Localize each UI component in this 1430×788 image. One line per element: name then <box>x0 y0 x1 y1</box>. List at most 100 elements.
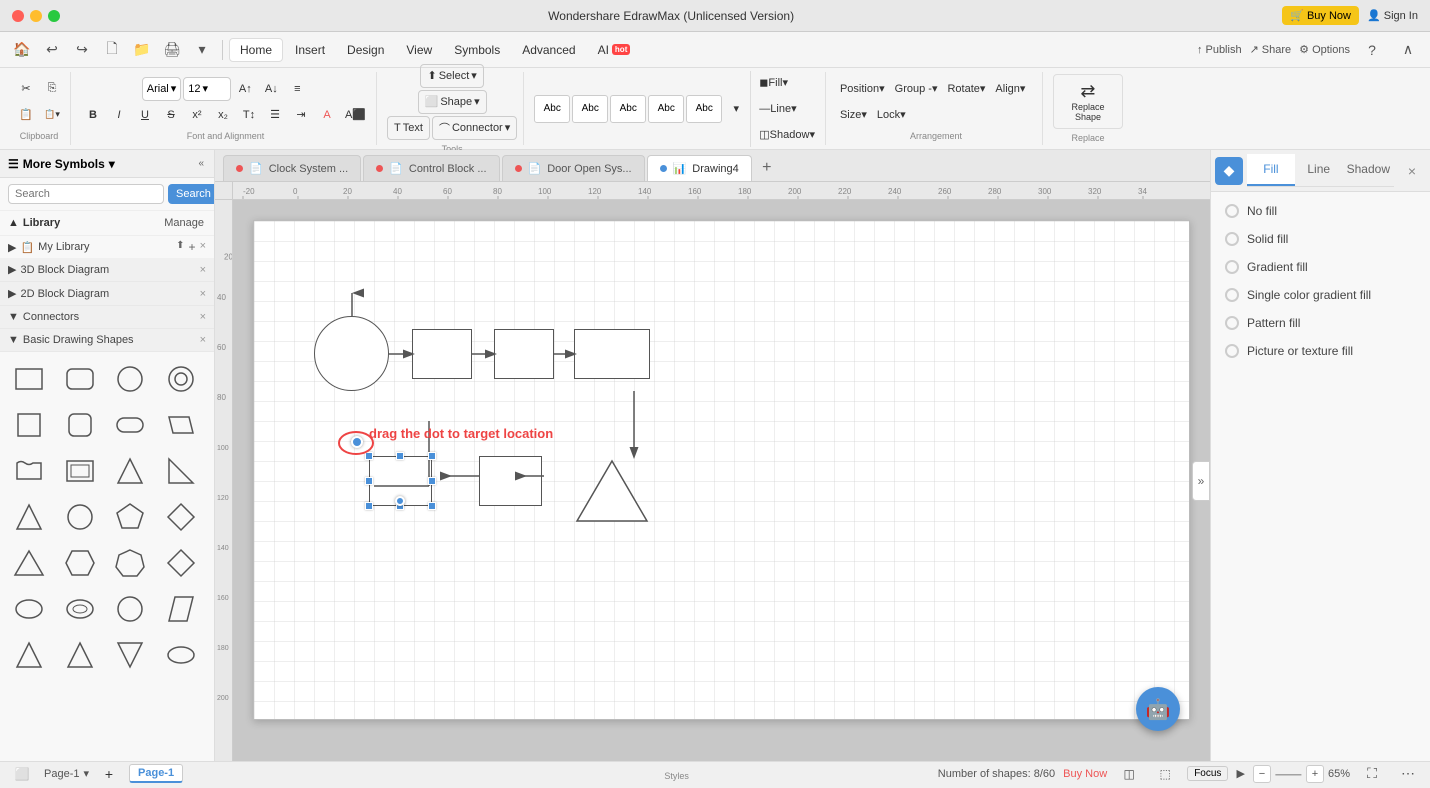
shape-triang2[interactable] <box>8 634 50 676</box>
shape-pentagon[interactable] <box>109 496 151 538</box>
font-name-dropdown[interactable]: Arial ▾ <box>142 77 182 101</box>
indent-button[interactable]: ⇥ <box>289 103 313 127</box>
rpanel-tab-shadow[interactable]: Shadow <box>1343 154 1394 186</box>
fill-panel-icon[interactable]: ◆ <box>1215 157 1243 185</box>
shape-parallelogram[interactable] <box>160 404 202 446</box>
sidebar-collapse-button[interactable]: « <box>196 156 206 171</box>
zoom-slider[interactable]: ⸻ <box>1275 766 1302 782</box>
highlight-button[interactable]: A⬛ <box>341 103 370 127</box>
tab-symbols[interactable]: Symbols <box>444 39 510 61</box>
home-icon[interactable]: 🏠 <box>8 36 36 64</box>
3d-close-button[interactable]: × <box>200 264 206 276</box>
shape-right-triangle[interactable] <box>160 450 202 492</box>
more-icon[interactable]: ▾ <box>188 36 216 64</box>
rpanel-tab-line[interactable]: Line <box>1295 154 1343 186</box>
layer-icon[interactable]: ⬜ <box>8 760 36 788</box>
share-button[interactable]: ↗ Share <box>1250 43 1292 56</box>
shape-circle[interactable] <box>109 358 151 400</box>
line-button[interactable]: — Line ▾ <box>755 97 800 121</box>
shape-isosceles-tri[interactable] <box>8 496 50 538</box>
strikethrough-button[interactable]: S <box>159 103 183 127</box>
connectors-close-button[interactable]: × <box>200 311 206 323</box>
close-button[interactable] <box>12 10 24 22</box>
handle-tr[interactable] <box>428 452 436 460</box>
shape-arrow-tri[interactable] <box>8 542 50 584</box>
basic-close-button[interactable]: × <box>200 334 206 346</box>
zoom-out-button[interactable]: − <box>1253 765 1271 783</box>
connector-tool-button[interactable]: ⌒ Connector ▾ <box>432 116 517 140</box>
copy-button[interactable]: ⎘ <box>40 77 64 101</box>
zoom-in-button[interactable]: + <box>1306 765 1324 783</box>
font-size-increase-button[interactable]: A↑ <box>233 77 257 101</box>
handle-tc[interactable] <box>396 452 404 460</box>
right-panel-close-button[interactable]: × <box>1398 163 1426 179</box>
shape-ring[interactable] <box>160 358 202 400</box>
lock-button[interactable]: Lock ▾ <box>873 103 910 127</box>
shape-wave-rect[interactable] <box>8 450 50 492</box>
my-library-import-icon[interactable]: ⬆ <box>176 240 184 254</box>
shape-triang4[interactable] <box>109 634 151 676</box>
expand-right-panel-button[interactable]: » <box>1192 461 1210 501</box>
buy-now-button[interactable]: 🛒 Buy Now <box>1282 6 1359 25</box>
play-button[interactable]: ▶ <box>1236 767 1244 780</box>
fill-option-pattern[interactable]: Pattern fill <box>1219 312 1422 334</box>
shape-rounded-square[interactable] <box>59 404 101 446</box>
drag-source-dot[interactable] <box>351 436 363 448</box>
paste-button[interactable]: 📋 <box>14 103 38 127</box>
options-button[interactable]: ⚙ Options <box>1299 43 1350 56</box>
my-library-add-icon[interactable]: + <box>189 240 196 254</box>
shape-circle2[interactable] <box>109 588 151 630</box>
2d-close-button[interactable]: × <box>200 288 206 300</box>
shape-square[interactable] <box>8 404 50 446</box>
tab-door-open[interactable]: 📄 Door Open Sys... <box>502 155 645 181</box>
tab-drawing4[interactable]: 📊 Drawing4 <box>647 155 752 181</box>
tab-view[interactable]: View <box>396 39 442 61</box>
sign-in-button[interactable]: 👤 Sign In <box>1367 9 1418 22</box>
select-area-icon[interactable]: ⬚ <box>1151 760 1179 788</box>
shape-rectangle[interactable] <box>8 358 50 400</box>
size-button[interactable]: Size ▾ <box>836 103 871 127</box>
new-icon[interactable]: 🗋 <box>98 36 126 64</box>
text-direction-button[interactable]: T↕ <box>237 103 261 127</box>
tab-add-button[interactable]: + <box>754 155 780 181</box>
search-input[interactable] <box>8 184 164 204</box>
shadow-button[interactable]: ◫ Shadow ▾ <box>755 123 819 147</box>
my-library-close-icon[interactable]: × <box>200 240 206 254</box>
shape-triangle-diagram[interactable] <box>574 456 650 526</box>
bold-button[interactable]: B <box>81 103 105 127</box>
replace-shape-button[interactable]: ⇄ Replace Shape <box>1053 74 1123 129</box>
superscript-button[interactable]: x² <box>185 103 209 127</box>
shape-rect2[interactable] <box>494 329 554 379</box>
handle-bl[interactable] <box>365 502 373 510</box>
settings-icon[interactable]: ⋯ <box>1394 760 1422 788</box>
maximize-button[interactable] <box>48 10 60 22</box>
page-1-tab[interactable]: Page-1 <box>129 764 183 783</box>
style-swatch-5[interactable]: Abc <box>686 95 722 123</box>
focus-button[interactable]: Focus <box>1187 766 1228 781</box>
fullscreen-icon[interactable]: ⛶ <box>1358 760 1386 788</box>
select-tool-button[interactable]: ⬆ Select ▾ <box>420 64 483 88</box>
redo-icon[interactable]: ↪ <box>68 36 96 64</box>
shape-triang3[interactable] <box>59 634 101 676</box>
fill-option-texture[interactable]: Picture or texture fill <box>1219 340 1422 362</box>
handle-mr[interactable] <box>428 477 436 485</box>
shape-triangle[interactable] <box>109 450 151 492</box>
fill-button[interactable]: ◼ Fill ▾ <box>755 71 792 95</box>
tab-insert[interactable]: Insert <box>285 39 335 61</box>
font-color-button[interactable]: A <box>315 103 339 127</box>
style-swatch-4[interactable]: Abc <box>648 95 684 123</box>
font-size-dropdown[interactable]: 12 ▾ <box>183 77 231 101</box>
undo-icon[interactable]: ↩ <box>38 36 66 64</box>
rotate-button[interactable]: Rotate ▾ <box>943 77 989 101</box>
subscript-button[interactable]: x₂ <box>211 103 235 127</box>
my-library-item[interactable]: ▶ 📋 My Library ⬆ + × <box>0 236 214 258</box>
paste-special-button[interactable]: 📋▾ <box>40 103 64 127</box>
shape-ellipse[interactable] <box>8 588 50 630</box>
basic-shapes-header[interactable]: ▼ Basic Drawing Shapes × <box>0 329 214 352</box>
tab-advanced[interactable]: Advanced <box>512 39 585 61</box>
shape-diamond[interactable] <box>160 496 202 538</box>
tab-clock-system[interactable]: 📄 Clock System ... <box>223 155 361 181</box>
tab-design[interactable]: Design <box>337 39 394 61</box>
fill-option-single-gradient[interactable]: Single color gradient fill <box>1219 284 1422 306</box>
italic-button[interactable]: I <box>107 103 131 127</box>
